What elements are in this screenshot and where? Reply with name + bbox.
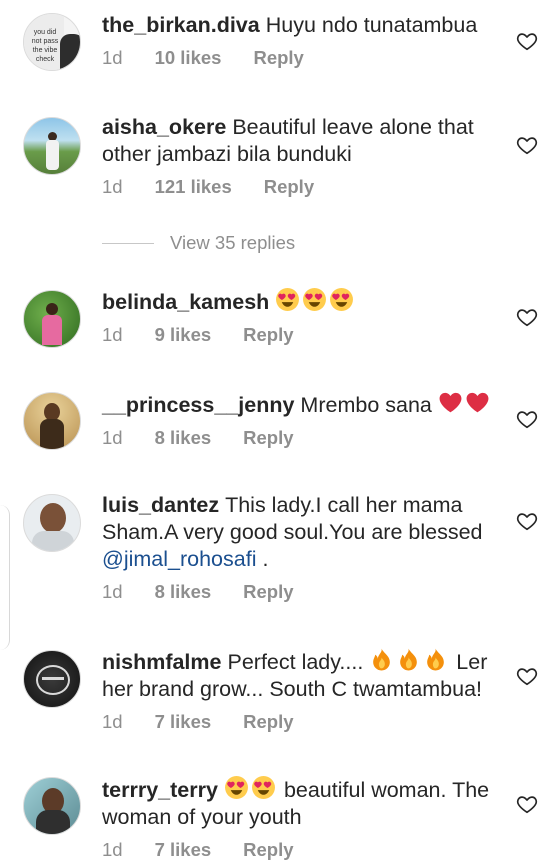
like-heart-icon[interactable]: [516, 408, 538, 430]
reply-button[interactable]: Reply: [243, 711, 293, 733]
mention-link[interactable]: @jimal_rohosafi: [102, 547, 256, 571]
comment-meta: 1d 121 likes Reply: [102, 176, 506, 198]
likes-count[interactable]: 9 likes: [155, 324, 212, 346]
like-heart-icon[interactable]: [516, 510, 538, 532]
avatar[interactable]: you did not pass the vibe check: [23, 13, 81, 71]
comment-time: 1d: [102, 47, 123, 68]
comment-body-start: Perfect lady....: [227, 650, 364, 674]
comment-username[interactable]: belinda_kamesh: [102, 290, 269, 314]
comment-text: __princess__jenny Mrembo sana: [102, 390, 506, 419]
view-replies-label: View 35 replies: [170, 232, 296, 253]
comment-username[interactable]: the_birkan.diva: [102, 13, 260, 37]
avatar-text: you did not pass the vibe check: [24, 14, 64, 70]
avatar[interactable]: [23, 290, 81, 348]
avatar[interactable]: [23, 494, 81, 552]
view-replies-link[interactable]: View 35 replies: [102, 232, 295, 254]
likes-count[interactable]: 10 likes: [155, 47, 222, 69]
comment-time: 1d: [102, 581, 123, 602]
comment-meta: 1d 8 likes Reply: [102, 427, 506, 449]
reply-button[interactable]: Reply: [243, 839, 293, 861]
comment-text: aisha_okere Beautiful leave alone that ot…: [102, 114, 506, 168]
comment-text: belinda_kamesh: [102, 287, 506, 316]
comment-meta: 1d 7 likes Reply: [102, 711, 506, 733]
avatar[interactable]: [23, 777, 81, 835]
like-heart-icon[interactable]: [516, 793, 538, 815]
like-heart-icon[interactable]: [516, 665, 538, 687]
fire-emoji-icon: [423, 647, 448, 672]
avatar[interactable]: [23, 117, 81, 175]
comment-time: 1d: [102, 839, 123, 860]
heart-eyes-emoji-icon: [251, 775, 276, 800]
comment-text: luis_dantez This lady.I call her mama Sha…: [102, 492, 506, 573]
comment-body: Huyu ndo tunatambua: [265, 13, 478, 37]
side-panel-edge: [0, 505, 10, 650]
red-heart-emoji-icon: [438, 390, 463, 415]
comment-meta: 1d 8 likes Reply: [102, 581, 506, 603]
comment-username[interactable]: luis_dantez: [102, 493, 219, 517]
heart-eyes-emoji-icon: [329, 287, 354, 312]
comment-body: Mrembo sana: [300, 393, 432, 417]
comment-username[interactable]: __princess__jenny: [102, 393, 294, 417]
like-heart-icon[interactable]: [516, 306, 538, 328]
comment-text: terrry_terry beautiful woman. The woman …: [102, 775, 506, 831]
comment-time: 1d: [102, 324, 123, 345]
avatar[interactable]: [23, 650, 81, 708]
fire-emoji-icon: [369, 647, 394, 672]
heart-eyes-emoji-icon: [275, 287, 300, 312]
likes-count[interactable]: 7 likes: [155, 711, 212, 733]
reply-button[interactable]: Reply: [253, 47, 303, 69]
comment-time: 1d: [102, 711, 123, 732]
reply-button[interactable]: Reply: [264, 176, 314, 198]
like-heart-icon[interactable]: [516, 134, 538, 156]
comment-time: 1d: [102, 176, 123, 197]
replies-divider: [102, 242, 154, 244]
likes-count[interactable]: 7 likes: [155, 839, 212, 861]
comment-username[interactable]: aisha_okere: [102, 115, 226, 139]
likes-count[interactable]: 8 likes: [155, 581, 212, 603]
likes-count[interactable]: 8 likes: [155, 427, 212, 449]
red-heart-emoji-icon: [465, 390, 490, 415]
heart-eyes-emoji-icon: [302, 287, 327, 312]
like-heart-icon[interactable]: [516, 30, 538, 52]
reply-button[interactable]: Reply: [243, 324, 293, 346]
comment-username[interactable]: terrry_terry: [102, 778, 218, 802]
comment-meta: 1d 7 likes Reply: [102, 839, 506, 861]
comment-text: the_birkan.diva Huyu ndo tunatambua: [102, 12, 506, 39]
comment-time: 1d: [102, 427, 123, 448]
comment-text: nishmfalme Perfect lady.... Ler her brand…: [102, 647, 506, 703]
fire-emoji-icon: [396, 647, 421, 672]
likes-count[interactable]: 121 likes: [155, 176, 232, 198]
reply-button[interactable]: Reply: [243, 581, 293, 603]
comment-meta: 1d 9 likes Reply: [102, 324, 506, 346]
reply-button[interactable]: Reply: [243, 427, 293, 449]
avatar[interactable]: [23, 392, 81, 450]
heart-eyes-emoji-icon: [224, 775, 249, 800]
comment-body-end: .: [256, 547, 269, 571]
comment-username[interactable]: nishmfalme: [102, 650, 221, 674]
comment-meta: 1d 10 likes Reply: [102, 47, 506, 69]
